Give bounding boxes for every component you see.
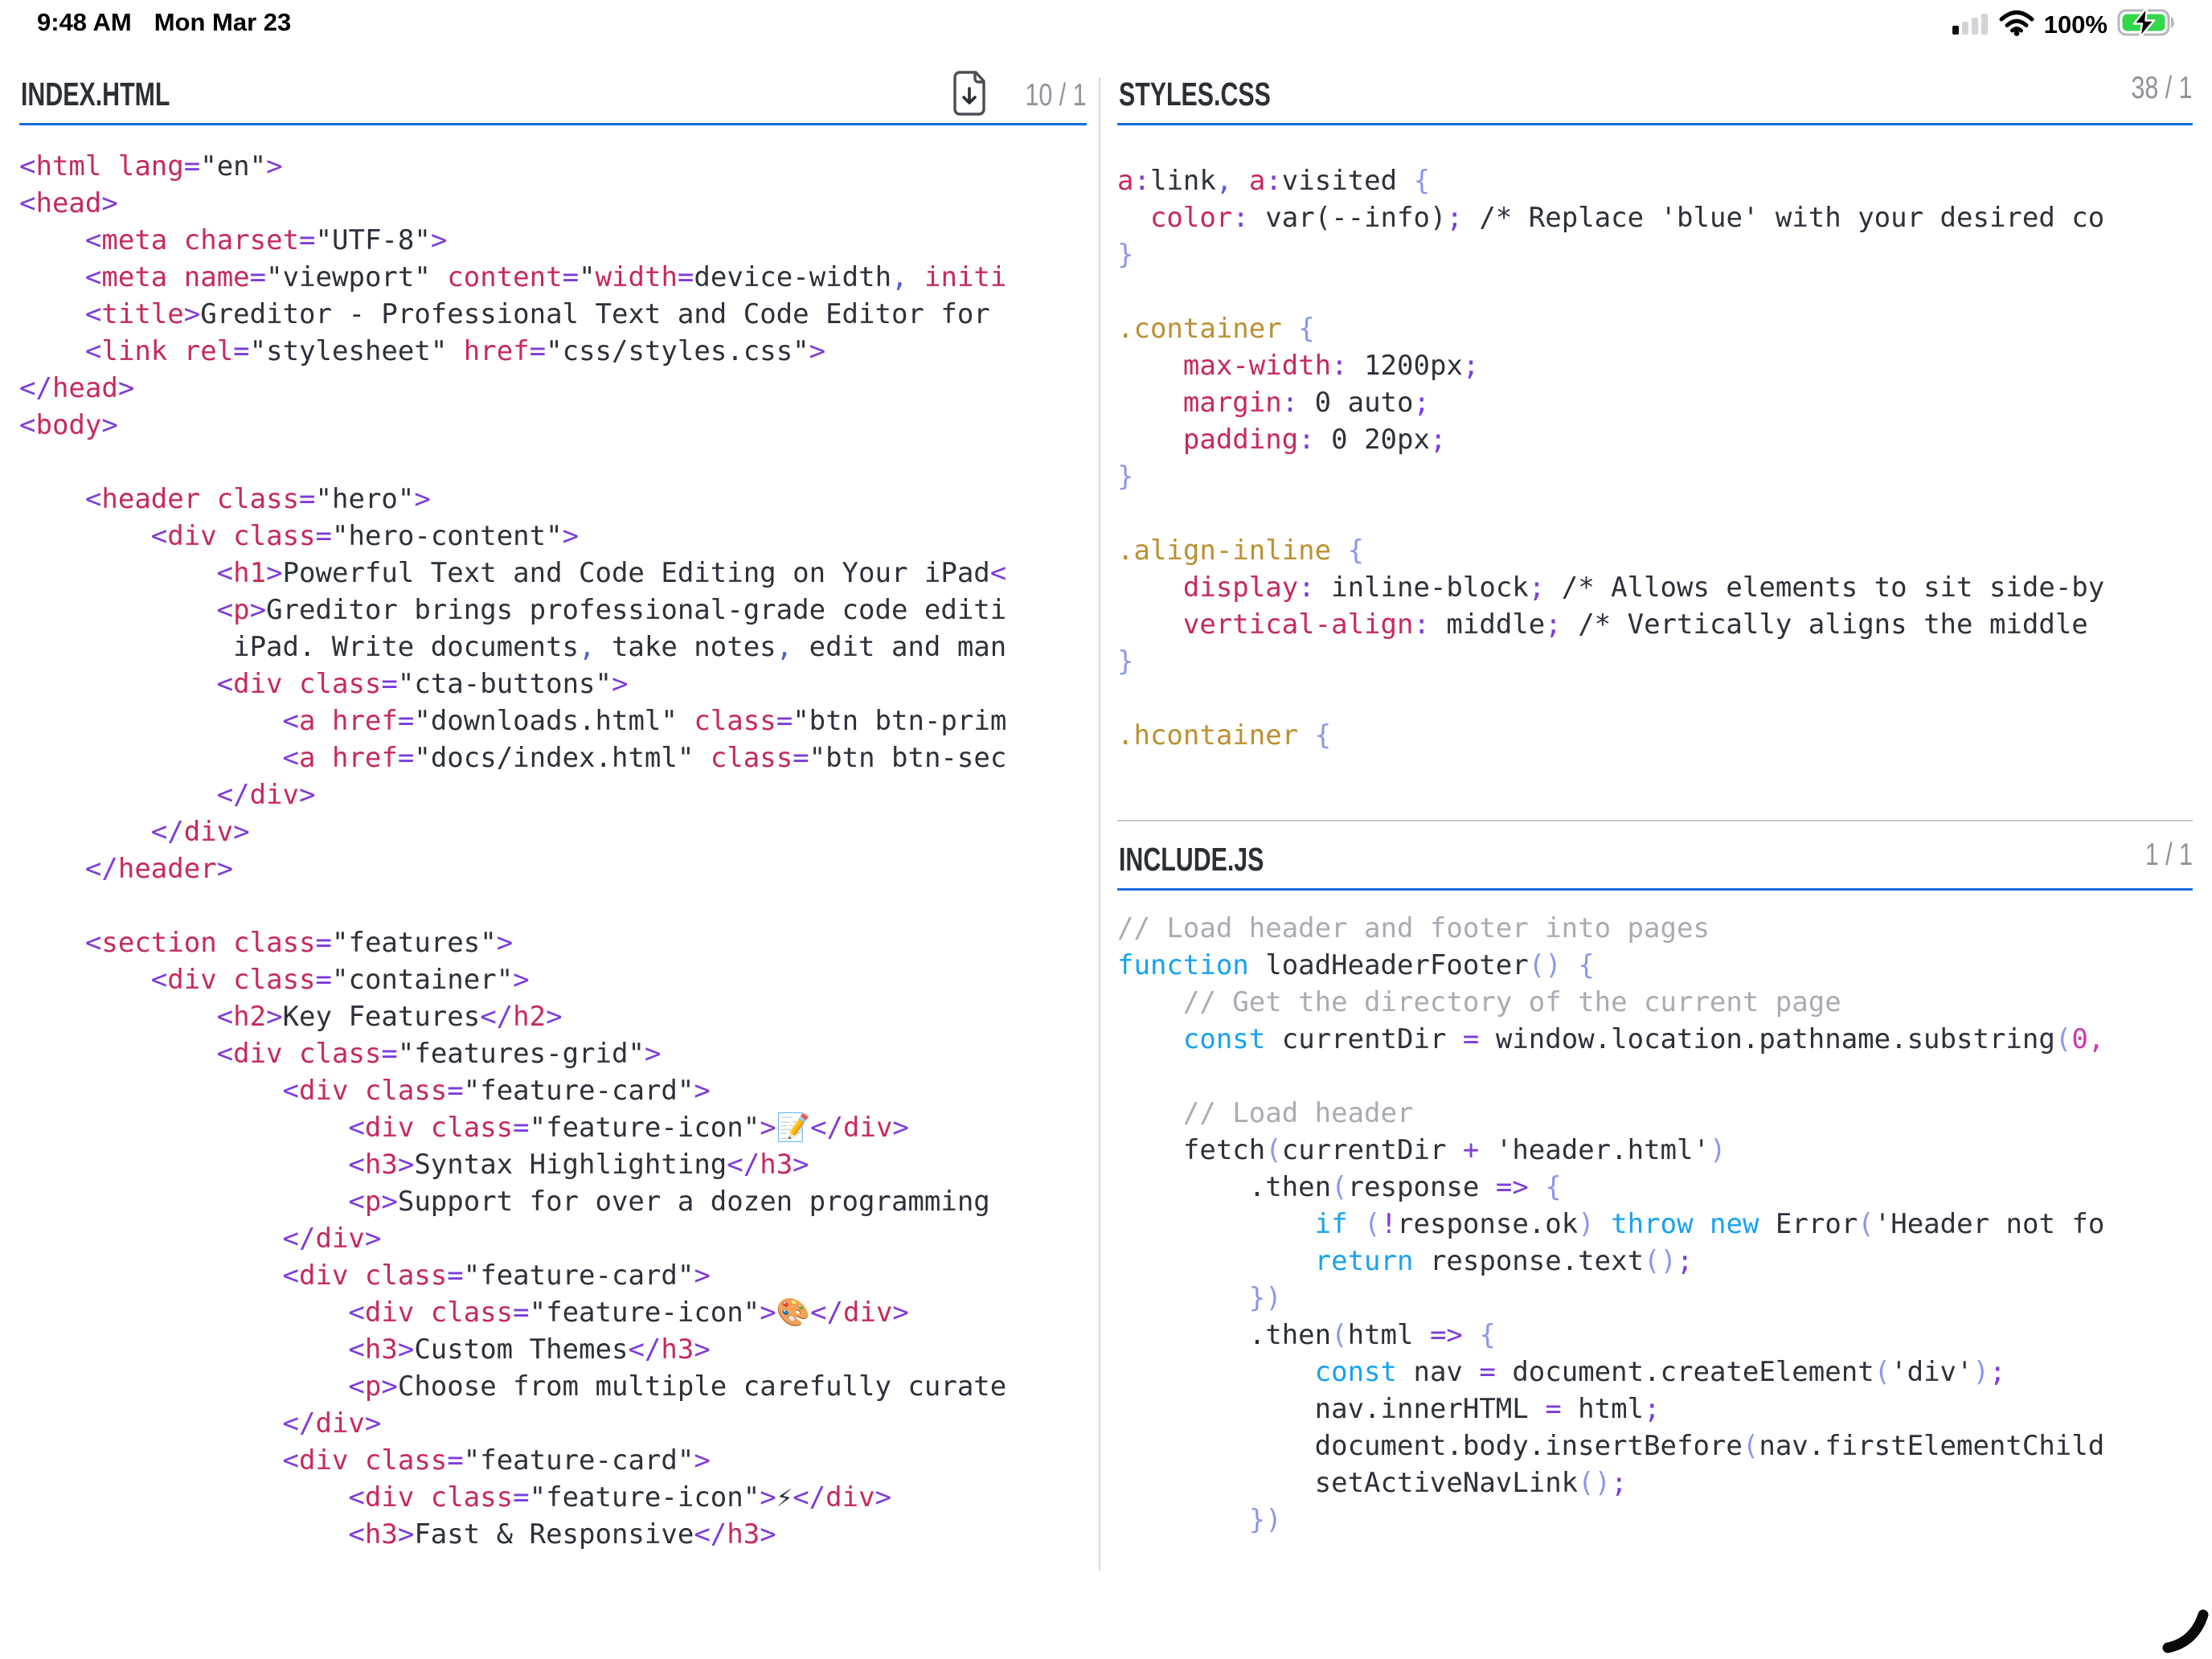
date-label: Mon Mar 23 xyxy=(154,8,292,37)
file-tab-include-js[interactable]: INCLUDE.JS 1 / 1 xyxy=(1117,821,2193,891)
code-editor-index-html[interactable]: <html lang="en"><head> <meta charset="UT… xyxy=(19,125,1087,1572)
file-title-styles-css: STYLES.CSS xyxy=(1119,76,1271,113)
panel-styles-css: STYLES.CSS 38 / 1 a:link, a:visited { co… xyxy=(1117,61,2193,780)
panel-index-html: INDEX.HTML 10 / 1 <html lang="en"><head>… xyxy=(19,61,1087,1572)
code-editor-include-js[interactable]: // Load header and footer into pagesfunc… xyxy=(1117,891,2193,1558)
editor-app: 9:48 AM Mon Mar 23 100% xyxy=(0,0,2212,1659)
line-counter-styles-css: 38 / 1 xyxy=(2132,71,2193,106)
file-tab-index-html[interactable]: INDEX.HTML 10 / 1 xyxy=(19,61,1087,125)
battery-percent: 100% xyxy=(2044,10,2108,39)
battery-icon xyxy=(2117,6,2180,43)
line-counter-index-html: 10 / 1 xyxy=(1026,78,1087,113)
clock-label: 9:48 AM xyxy=(37,8,132,37)
code-editor-styles-css[interactable]: a:link, a:visited { color: var(--info); … xyxy=(1117,125,2193,780)
panel-include-js: INCLUDE.JS 1 / 1 // Load header and foot… xyxy=(1117,820,2193,1558)
file-tab-styles-css[interactable]: STYLES.CSS 38 / 1 xyxy=(1117,61,2193,125)
line-counter-include-js: 1 / 1 xyxy=(2145,838,2193,873)
file-title-index-html: INDEX.HTML xyxy=(21,76,170,113)
wifi-icon xyxy=(1999,10,2034,40)
status-bar: 9:48 AM Mon Mar 23 100% xyxy=(0,0,2212,45)
panel-divider xyxy=(1099,77,1100,1571)
pencil-stroke xyxy=(2114,1567,2212,1659)
download-icon[interactable] xyxy=(952,71,987,120)
file-title-include-js: INCLUDE.JS xyxy=(1119,841,1264,879)
cellular-icon xyxy=(1952,10,1989,39)
